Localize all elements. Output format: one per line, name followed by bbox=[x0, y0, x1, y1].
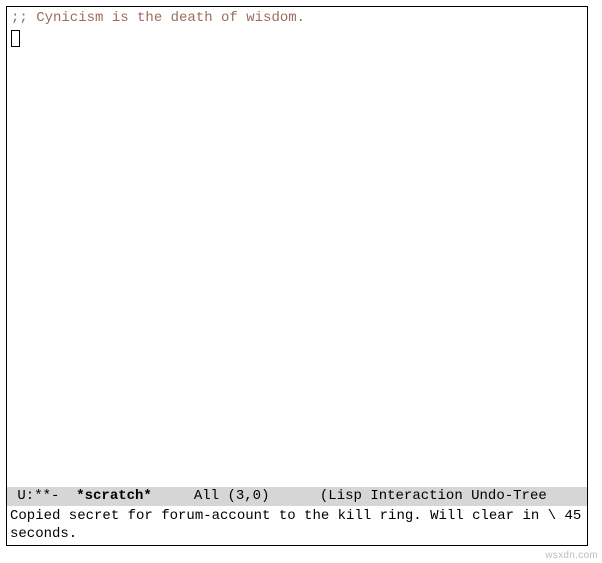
text-cursor bbox=[11, 30, 20, 47]
cursor-line bbox=[11, 30, 583, 49]
mode-line[interactable]: U:**- *scratch* All (3,0) (Lisp Interact… bbox=[7, 487, 587, 506]
modeline-modes: (Lisp Interaction Undo-Tree bbox=[320, 488, 547, 504]
buffer-name: *scratch* bbox=[76, 488, 152, 504]
comment-line: ;; Cynicism is the death of wisdom. bbox=[11, 9, 583, 28]
modeline-status: U:**- bbox=[9, 488, 76, 504]
buffer-area[interactable]: ;; Cynicism is the death of wisdom. bbox=[7, 7, 587, 487]
modeline-gap bbox=[152, 488, 194, 504]
watermark: wsxdn.com bbox=[545, 550, 598, 561]
echo-message: Copied secret for forum-account to the k… bbox=[10, 508, 581, 542]
modeline-gap bbox=[269, 488, 319, 504]
echo-area: Copied secret for forum-account to the k… bbox=[7, 506, 587, 545]
emacs-frame: ;; Cynicism is the death of wisdom. U:**… bbox=[6, 6, 588, 546]
modeline-position: All (3,0) bbox=[194, 488, 270, 504]
